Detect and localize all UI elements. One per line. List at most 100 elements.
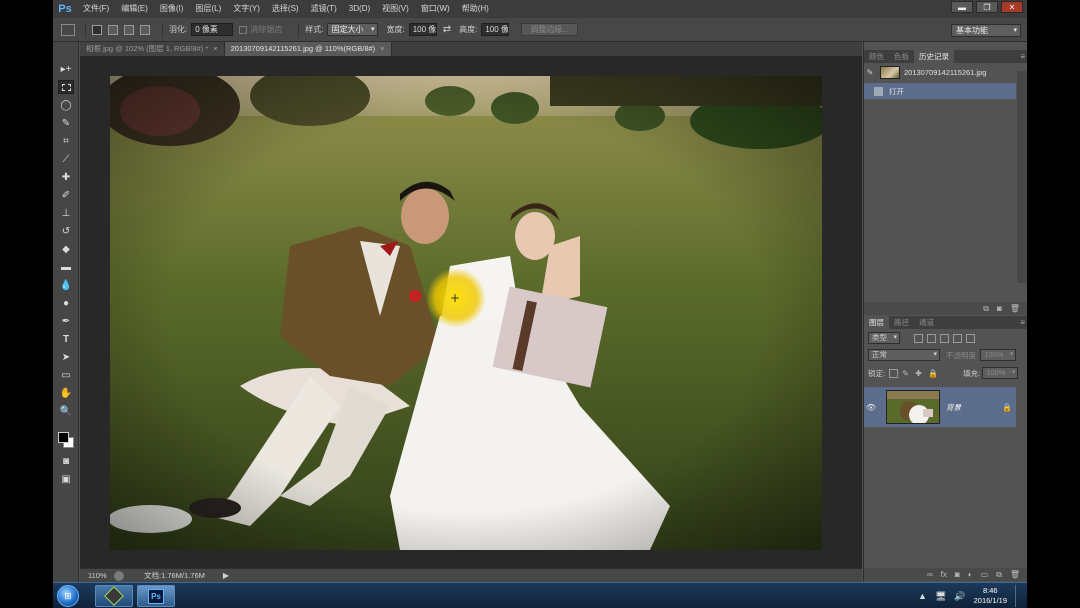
- adjustment-layer-icon[interactable]: ◐: [968, 570, 973, 579]
- network-icon[interactable]: 🖥: [935, 591, 946, 602]
- tab-history[interactable]: 历史记录: [914, 50, 954, 63]
- proof-icon[interactable]: [114, 570, 124, 581]
- lock-all-icon[interactable]: 🔒: [928, 369, 938, 378]
- zoom-tool-icon[interactable]: 🔍: [58, 404, 74, 418]
- height-input[interactable]: 100 像: [481, 23, 510, 36]
- history-brush-source-icon[interactable]: ✎: [864, 68, 876, 77]
- swap-icon[interactable]: ⇄: [443, 24, 451, 35]
- subtract-selection-icon[interactable]: [124, 24, 134, 35]
- menu-file[interactable]: 文件(F): [77, 0, 115, 18]
- lock-image-icon[interactable]: ✎: [902, 369, 911, 378]
- path-select-tool-icon[interactable]: ➤: [58, 350, 74, 364]
- clone-stamp-tool-icon[interactable]: ⊥: [58, 206, 74, 220]
- shape-tool-icon[interactable]: ▭: [58, 368, 74, 382]
- close-icon[interactable]: ×: [380, 44, 384, 53]
- tab-channels[interactable]: 通道: [914, 316, 939, 329]
- filter-type-icon[interactable]: [940, 333, 949, 343]
- menu-type[interactable]: 文字(Y): [227, 0, 266, 18]
- history-snapshot[interactable]: ✎ 20130709142115261.jpg: [864, 64, 1016, 80]
- history-step[interactable]: 打开: [864, 83, 1016, 99]
- delete-layer-icon[interactable]: 🗑: [1010, 570, 1020, 579]
- menu-filter[interactable]: 滤镜(T): [305, 0, 343, 18]
- dodge-tool-icon[interactable]: ●: [58, 296, 74, 310]
- lasso-tool-icon[interactable]: ◯: [58, 98, 74, 112]
- foreground-color-swatch[interactable]: [58, 432, 69, 443]
- tab-paths[interactable]: 路径: [889, 316, 914, 329]
- workspace-select[interactable]: 基本功能: [951, 24, 1021, 37]
- add-mask-icon[interactable]: ◙: [955, 570, 960, 579]
- layer-background[interactable]: 👁 背景 🔒: [864, 387, 1016, 427]
- move-tool-icon[interactable]: ▸+: [58, 62, 74, 76]
- layer-filter-select[interactable]: 类型: [868, 332, 900, 344]
- menu-3d[interactable]: 3D(D): [343, 0, 376, 18]
- link-layers-icon[interactable]: ∞: [927, 570, 933, 579]
- menu-layer[interactable]: 图层(L): [189, 0, 227, 18]
- marquee-preset-icon[interactable]: [61, 23, 75, 36]
- gradient-tool-icon[interactable]: ▬: [58, 260, 74, 274]
- eyedropper-tool-icon[interactable]: ⟋: [58, 152, 74, 166]
- filter-pixel-icon[interactable]: [914, 333, 923, 343]
- new-layer-icon[interactable]: ⧉: [996, 570, 1002, 580]
- volume-icon[interactable]: 🔊: [954, 591, 965, 602]
- wedding-photo[interactable]: +: [110, 76, 822, 550]
- doc-tab-photo[interactable]: 20130709142115261.jpg @ 110%(RGB/8#) ×: [224, 42, 392, 56]
- filter-adjust-icon[interactable]: [927, 333, 936, 343]
- quick-mask-icon[interactable]: ◙: [58, 454, 74, 468]
- new-group-icon[interactable]: ▭: [981, 570, 989, 579]
- lock-position-icon[interactable]: ✚: [915, 369, 924, 378]
- menu-image[interactable]: 图像(I): [154, 0, 190, 18]
- close-icon[interactable]: ×: [213, 44, 217, 53]
- new-document-from-state-icon[interactable]: ⧉: [983, 304, 989, 314]
- feather-input[interactable]: 0 像素: [191, 23, 234, 36]
- add-selection-icon[interactable]: [108, 24, 118, 35]
- filter-smart-icon[interactable]: [966, 333, 975, 343]
- clock[interactable]: 8:46 2016/1/19: [974, 586, 1007, 606]
- width-input[interactable]: 100 像: [408, 23, 437, 36]
- close-button[interactable]: ✕: [1001, 1, 1023, 13]
- tab-swatches[interactable]: 色板: [889, 50, 914, 63]
- menu-window[interactable]: 窗口(W): [415, 0, 456, 18]
- screen-mode-icon[interactable]: ▣: [58, 472, 74, 486]
- brush-tool-icon[interactable]: ✐: [58, 188, 74, 202]
- crop-tool-icon[interactable]: ⌗: [58, 134, 74, 148]
- minimize-button[interactable]: ▬: [951, 1, 973, 13]
- pen-tool-icon[interactable]: ✒: [58, 314, 74, 328]
- menu-edit[interactable]: 编辑(E): [115, 0, 154, 18]
- eraser-tool-icon[interactable]: ◆: [58, 242, 74, 256]
- tray-expand-icon[interactable]: ▲: [918, 591, 927, 601]
- refine-edge-button[interactable]: 调整边缘...: [521, 23, 578, 36]
- blend-mode-select[interactable]: 正常: [868, 349, 940, 361]
- status-menu-arrow-icon[interactable]: ▶: [223, 571, 229, 580]
- fill-input[interactable]: 100%: [982, 367, 1019, 379]
- quick-select-tool-icon[interactable]: ✎: [58, 116, 74, 130]
- menu-view[interactable]: 视图(V): [376, 0, 415, 18]
- tab-color[interactable]: 颜色: [864, 50, 889, 63]
- panel-menu-icon[interactable]: ≡: [1020, 316, 1025, 329]
- filter-shape-icon[interactable]: [953, 333, 962, 343]
- blur-tool-icon[interactable]: 💧: [58, 278, 74, 292]
- zoom-level[interactable]: 110%: [80, 571, 114, 580]
- type-tool-icon[interactable]: T: [58, 332, 74, 346]
- antialias-checkbox[interactable]: [239, 25, 248, 34]
- new-selection-icon[interactable]: [92, 24, 102, 35]
- taskbar-app-button[interactable]: [95, 585, 133, 607]
- history-scrollbar[interactable]: [1017, 71, 1027, 283]
- healing-brush-tool-icon[interactable]: ✚: [58, 170, 74, 184]
- tab-layers[interactable]: 图层: [864, 316, 889, 329]
- doc-tab-frame[interactable]: 相框.jpg @ 102% (图层 1, RGB/8#) * ×: [80, 42, 225, 56]
- menu-select[interactable]: 选择(S): [266, 0, 305, 18]
- new-snapshot-icon[interactable]: ◙: [997, 304, 1002, 313]
- canvas-area[interactable]: +: [80, 56, 862, 568]
- visibility-eye-icon[interactable]: 👁: [864, 403, 878, 412]
- opacity-input[interactable]: 100%: [980, 349, 1017, 361]
- style-select[interactable]: 固定大小: [327, 23, 379, 36]
- history-brush-tool-icon[interactable]: ↺: [58, 224, 74, 238]
- lock-transparent-icon[interactable]: [889, 368, 899, 378]
- panel-menu-icon[interactable]: ≡: [1020, 50, 1025, 63]
- hand-tool-icon[interactable]: ✋: [58, 386, 74, 400]
- rect-marquee-tool-icon[interactable]: [58, 80, 74, 94]
- intersect-selection-icon[interactable]: [140, 24, 150, 35]
- menu-help[interactable]: 帮助(H): [456, 0, 495, 18]
- layer-style-icon[interactable]: fx: [941, 570, 947, 579]
- show-desktop-button[interactable]: [1015, 585, 1023, 607]
